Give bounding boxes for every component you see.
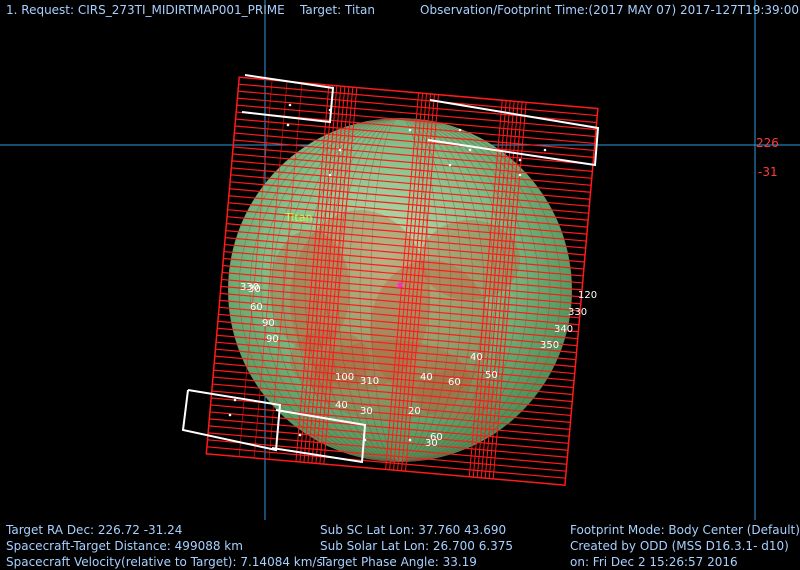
footprint-center-dot xyxy=(228,413,232,417)
footprint-mode: Footprint Mode: Body Center (Default) xyxy=(570,523,800,537)
grid-label: 40 xyxy=(335,400,348,411)
grid-label: 340 xyxy=(554,324,573,335)
footprint-center-dot xyxy=(363,438,367,442)
footprint-plot: 12033034035030609090330310100 40 605060304… xyxy=(0,0,800,520)
footprint-center-dot xyxy=(338,148,342,152)
footprint-center-dot xyxy=(286,123,290,127)
footprint-center-dot xyxy=(468,148,472,152)
grid-label: 350 xyxy=(540,340,559,351)
footprint-center-dot xyxy=(233,398,237,402)
target-phase-angle: Target Phase Angle: 33.19 xyxy=(320,555,477,569)
grid-label: 90 xyxy=(266,334,279,345)
footprint-center-dot xyxy=(298,433,302,437)
sub-spacecraft-marker xyxy=(397,282,403,288)
grid-label: 60 xyxy=(250,302,263,313)
grid-label: 330 xyxy=(240,282,259,293)
titan-target-label: Titan xyxy=(285,211,313,224)
spacecraft-target-distance: Spacecraft-Target Distance: 499088 km xyxy=(6,539,243,553)
grid-label: 100 xyxy=(335,372,354,383)
footprint-center-dot xyxy=(328,108,332,112)
footprint-center-dot xyxy=(408,128,412,132)
footprint-center-dot xyxy=(458,128,462,132)
grid-label: 90 xyxy=(262,318,275,329)
footprint-center-dot xyxy=(288,103,292,107)
grid-label: 330 xyxy=(568,307,587,318)
grid-label: 40 xyxy=(470,352,483,363)
grid-label: 40 xyxy=(420,372,433,383)
footprint-center-dot xyxy=(328,173,332,177)
footprint-center-dot xyxy=(408,438,412,442)
sub-solar-lat-lon: Sub Solar Lat Lon: 26.700 6.375 xyxy=(320,539,514,553)
grid-label: 50 xyxy=(485,370,498,381)
grid-label: 20 xyxy=(408,406,421,417)
request-label: 1. Request: CIRS_273TI_MIDIRTMAP001_PRIM… xyxy=(6,3,285,17)
created-by: Created by ODD (MSS D16.3.1- d10) xyxy=(570,539,789,553)
grid-label: 30 xyxy=(425,438,438,449)
grid-label: 30 xyxy=(360,406,373,417)
spacecraft-velocity: Spacecraft Velocity(relative to Target):… xyxy=(6,555,323,569)
footprint-viewport: 120 330 340 350 30 60 90 90 330 310 100 40 60 50 60 30 4… xyxy=(0,0,800,570)
footprint-center-dot xyxy=(543,148,547,152)
target-ra-dec: Target RA Dec: 226.72 -31.24 xyxy=(6,523,183,537)
created-on: on: Fri Dec 2 15:26:57 2016 xyxy=(570,555,738,569)
footprint-center-dot xyxy=(518,173,522,177)
footprint-center-dot xyxy=(448,163,452,167)
grid-label: 60 xyxy=(448,377,461,388)
grid-label: 310 xyxy=(360,376,379,387)
dec-axis-label: -31 xyxy=(758,165,778,179)
sub-sc-lat-lon: Sub SC Lat Lon: 37.760 43.690 xyxy=(320,523,507,537)
footprint-center-dot xyxy=(518,158,522,162)
grid-label: 120 xyxy=(578,290,597,301)
surface-patch xyxy=(420,220,520,300)
ra-axis-label: 226 xyxy=(756,136,779,150)
target-label: Target: Titan xyxy=(300,3,375,17)
observation-time-label: Observation/Footprint Time:(2017 MAY 07)… xyxy=(420,3,800,17)
